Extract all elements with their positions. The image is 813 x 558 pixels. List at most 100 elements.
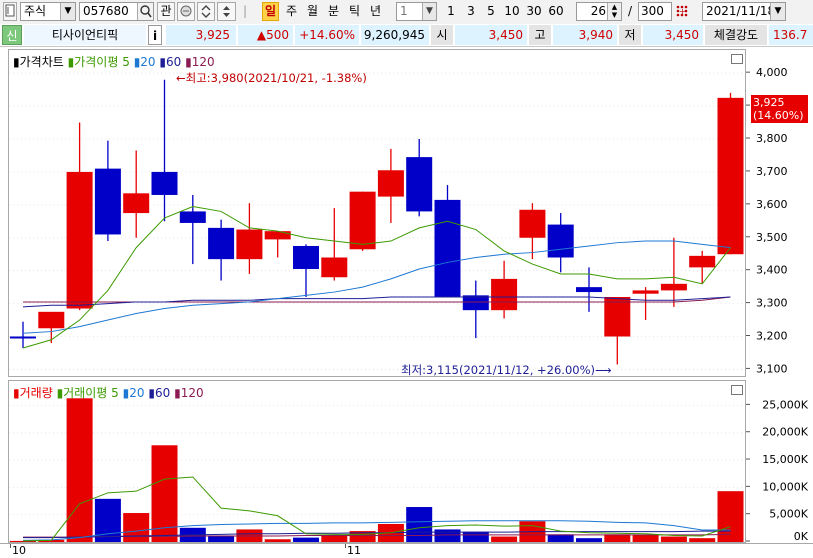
candle-down — [208, 227, 235, 260]
volume-bar — [66, 398, 93, 542]
candle-down — [293, 245, 319, 270]
strength-label: 체결강도 — [705, 25, 767, 45]
volume-chart-panel[interactable]: ▮거래량 ▮거래이평 5 ▮20 ▮60 ▮120 — [8, 380, 746, 543]
candle-up — [264, 231, 291, 240]
current-price: 3,925 — [166, 25, 236, 45]
volume-bar — [434, 529, 461, 542]
y-tick-label: 3,100 — [756, 362, 788, 375]
y-tick-label: 3,200 — [756, 330, 788, 343]
scroll-arrows-button[interactable] — [197, 2, 215, 21]
price-change-percent: +14.60% — [295, 25, 359, 45]
candle-up — [491, 278, 518, 311]
low-note: 최저:3,115(2021/11/12, +26.00%)⟶ — [401, 363, 612, 377]
y-tick-label: 25,000K — [762, 398, 808, 411]
open-label: 시 — [431, 25, 453, 45]
candle-up — [377, 170, 404, 197]
panel-toggle-icon — [5, 4, 15, 17]
volume-bar — [406, 507, 433, 542]
divider: | — [242, 4, 248, 18]
volume-bar — [123, 513, 150, 542]
minute-3-button[interactable]: 3 — [462, 2, 480, 21]
svg-text:+: + — [679, 7, 686, 16]
total-count-input[interactable]: 300 — [638, 2, 672, 21]
chevron-down-icon[interactable]: ▼ — [422, 3, 436, 20]
volume-bar — [689, 538, 716, 542]
toolbar: 주식 ▼ 057680 관 | 일 주 월 분 틱 년 1 ▼ 1 3 5 10… — [0, 0, 813, 25]
y-tick-label: 4,000 — [756, 66, 788, 79]
candle-up — [717, 97, 744, 255]
volume-bar — [604, 534, 631, 542]
current-price-tag-value: 3,925 — [753, 96, 785, 109]
candle-up — [604, 297, 631, 337]
x-axis-label-oct: 10 — [12, 544, 26, 557]
period-week-tab[interactable]: 주 — [283, 2, 300, 21]
period-day-tab[interactable]: 일 — [262, 2, 279, 21]
panel-toggle-button[interactable] — [3, 2, 17, 21]
x-axis-label-nov: 11 — [347, 544, 361, 557]
minute-10-button[interactable]: 10 — [502, 2, 522, 21]
display-count-value: 26 — [590, 4, 606, 18]
count-stepper-icon[interactable]: ▲ ▼ — [607, 3, 621, 20]
candle-up — [349, 191, 376, 250]
candle-up — [321, 257, 348, 278]
volume-bar — [264, 539, 291, 542]
up-down-arrows-icon — [201, 5, 211, 18]
y-tick-label: 3,700 — [756, 165, 788, 178]
minute-1-button[interactable]: 1 — [442, 2, 460, 21]
refresh-button[interactable] — [177, 2, 195, 21]
candle-down — [94, 168, 121, 235]
display-count-input[interactable]: 26 ▲ ▼ — [576, 2, 622, 21]
info-icon[interactable]: i — [148, 25, 162, 45]
stepper-button[interactable] — [217, 2, 236, 21]
strength-value: 136.7 — [769, 25, 813, 45]
volume-chart-canvas — [9, 398, 745, 542]
market-select[interactable]: 주식 ▼ — [20, 2, 76, 21]
high-price: 3,940 — [553, 25, 617, 45]
stepper-icon — [223, 6, 230, 17]
candle-down — [406, 157, 433, 212]
search-icon[interactable] — [137, 3, 153, 20]
stock-code-value: 057680 — [83, 4, 129, 18]
new-listing-badge: 신 — [2, 25, 22, 45]
period-month-tab[interactable]: 월 — [304, 2, 321, 21]
volume-y-axis: 0K 5,000K 10,000K 15,000K 20,000K 25,000K — [746, 380, 813, 543]
volume-bar — [491, 536, 518, 542]
candle-down — [462, 295, 489, 311]
price-chart-canvas — [9, 72, 745, 370]
price-y-axis: 3,100 3,200 3,300 3,400 3,500 3,600 3,700 3,800… — [746, 49, 813, 377]
minute-30-button[interactable]: 30 — [524, 2, 544, 21]
interval-value: 1 — [400, 4, 408, 18]
minute-60-button[interactable]: 60 — [546, 2, 566, 21]
current-price-tag: 3,925 (14.60%) — [751, 95, 808, 123]
interval-select[interactable]: 1 ▼ — [396, 2, 437, 21]
volume-bar — [632, 534, 659, 542]
candle-down — [434, 199, 461, 297]
stock-name: 티사이언티픽 — [24, 25, 146, 45]
y-tick-label: 15,000K — [762, 453, 808, 466]
settings-icon[interactable]: + — [674, 2, 690, 21]
volume-bar — [576, 538, 602, 542]
candle-down — [547, 224, 574, 258]
candle-down — [10, 336, 36, 339]
candle-down — [576, 287, 602, 293]
chevron-down-icon[interactable]: ▼ — [770, 3, 785, 20]
volume-bar — [660, 536, 687, 542]
high-note: ←최고:3,980(2021/10/21, -1.38%) — [176, 71, 367, 85]
y-tick-label: 20,000K — [762, 426, 808, 439]
price-chart-panel[interactable]: ▮가격차트 ▮가격이평 5 ▮20 ▮60 ▮120 ←최고:3,980(202… — [8, 49, 746, 377]
stock-code-input[interactable]: 057680 — [79, 2, 154, 21]
y-tick-label: 3,500 — [756, 231, 788, 244]
date-picker[interactable]: 2021/11/18 ▼ — [702, 2, 786, 21]
y-tick-label: 5,000K — [769, 508, 808, 521]
volume-bar — [547, 534, 574, 542]
x-tick-mark — [10, 544, 11, 548]
y-tick-label: 3,400 — [756, 264, 788, 277]
candle-up — [66, 171, 93, 309]
candle-up — [236, 229, 263, 260]
watchlist-button[interactable]: 관 — [157, 2, 175, 21]
period-minute-tab[interactable]: 분 — [325, 2, 342, 21]
minute-5-button[interactable]: 5 — [482, 2, 500, 21]
period-year-tab[interactable]: 년 — [367, 2, 384, 21]
chevron-down-icon[interactable]: ▼ — [60, 3, 75, 20]
period-tick-tab[interactable]: 틱 — [346, 2, 363, 21]
